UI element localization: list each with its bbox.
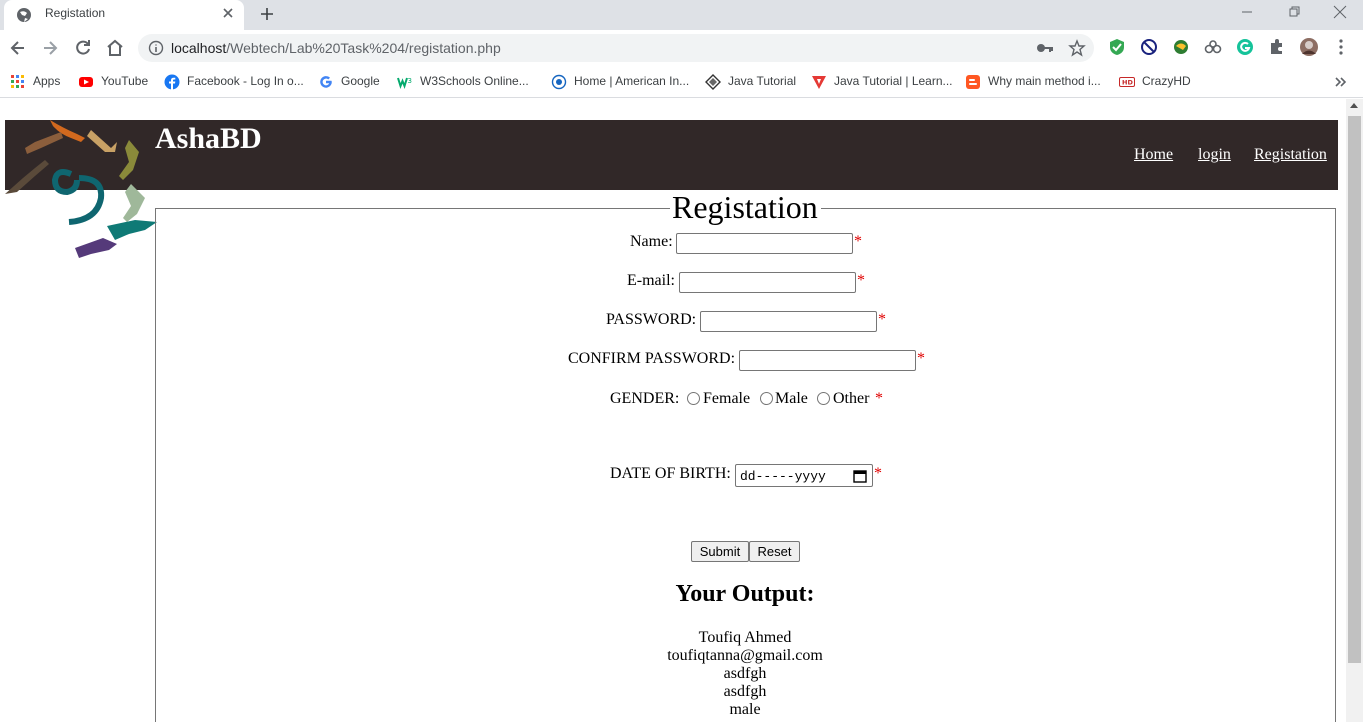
link-extension-icon[interactable]: [1203, 37, 1223, 57]
output-line: toufiqtanna@gmail.com: [667, 647, 823, 664]
browser-toolbar: localhost/Webtech/Lab%20Task%204/regista…: [0, 30, 1363, 66]
globe-icon: [551, 74, 567, 90]
puzzle-extensions-icon[interactable]: [1267, 37, 1287, 57]
apps-grid-icon: [11, 75, 24, 88]
javatpoint-icon: [812, 76, 826, 89]
youtube-icon: [79, 77, 93, 87]
svg-text:3: 3: [408, 77, 412, 85]
shield-extension-icon[interactable]: [1107, 37, 1127, 57]
output-line: asdfgh: [723, 683, 767, 700]
name-input[interactable]: [676, 233, 853, 254]
forward-arrow-icon[interactable]: [40, 38, 60, 58]
close-window-icon[interactable]: [1331, 3, 1349, 21]
output-line: male: [729, 701, 761, 718]
avatar[interactable]: [1299, 37, 1319, 57]
scrollbar-thumb[interactable]: [1348, 116, 1361, 663]
fieldset-legend: Registation: [672, 189, 818, 225]
gender-other-label: Other: [833, 390, 870, 407]
menu-dots-icon[interactable]: [1331, 37, 1351, 57]
password-input[interactable]: [700, 311, 877, 332]
calendar-icon[interactable]: [853, 469, 867, 483]
bookmarks-bar: Apps YouTube Facebook - Log In o... Goog…: [0, 66, 1363, 98]
hd-icon: HD: [1119, 77, 1135, 87]
site-title: AshaBD: [155, 122, 262, 155]
gender-required-mark: *: [875, 390, 883, 407]
nav-registation-link[interactable]: Registation: [1254, 146, 1327, 164]
email-required-mark: *: [857, 272, 865, 289]
grammarly-icon[interactable]: [1235, 37, 1255, 57]
url-text: localhost/Webtech/Lab%20Task%204/regista…: [171, 40, 501, 56]
dob-required-mark: *: [874, 465, 882, 482]
close-icon[interactable]: [220, 5, 236, 21]
scroll-up-arrow-icon[interactable]: [1350, 103, 1358, 108]
output-line: Toufiq Ahmed: [698, 629, 792, 646]
diamond-icon: [705, 74, 721, 90]
globe-extension-icon[interactable]: [1171, 37, 1191, 57]
password-required-mark: *: [878, 311, 886, 328]
dob-label: DATE OF BIRTH:: [610, 465, 731, 482]
restore-icon[interactable]: [1285, 3, 1303, 21]
site-header: AshaBD Home login Registation: [5, 120, 1338, 190]
tab-strip: Registation: [0, 0, 1363, 30]
block-extension-icon[interactable]: [1139, 37, 1159, 57]
svg-text:HD: HD: [1122, 79, 1133, 87]
nav-login-link[interactable]: login: [1198, 146, 1231, 164]
dob-input[interactable]: dd-----yyyy: [735, 464, 873, 487]
home-icon[interactable]: [105, 38, 125, 58]
google-icon: [320, 76, 332, 88]
name-label: Name:: [630, 233, 673, 250]
reset-button[interactable]: Reset: [749, 541, 800, 562]
gender-female-radio[interactable]: [687, 392, 700, 405]
back-arrow-icon[interactable]: [8, 38, 28, 58]
gender-male-radio[interactable]: [760, 392, 773, 405]
globe-icon: [17, 8, 31, 22]
blogger-icon: [966, 75, 980, 89]
email-label: E-mail:: [627, 272, 675, 289]
minimize-icon[interactable]: [1238, 3, 1256, 21]
address-bar[interactable]: localhost/Webtech/Lab%20Task%204/regista…: [138, 34, 1094, 62]
browser-tab[interactable]: Registation: [4, 0, 244, 30]
bookmark-star-icon[interactable]: [1068, 39, 1086, 57]
w3schools-icon: 3: [397, 77, 412, 89]
key-icon[interactable]: [1036, 41, 1054, 55]
name-required-mark: *: [854, 233, 862, 250]
gender-male-label: Male: [775, 390, 808, 407]
tab-title: Registation: [45, 6, 106, 20]
password-label: PASSWORD:: [606, 311, 697, 328]
confirm-password-required-mark: *: [917, 350, 925, 367]
dob-placeholder: dd-----yyyy: [740, 469, 826, 484]
helping-hands-logo: [5, 120, 157, 258]
output-title: Your Output:: [675, 581, 815, 607]
confirm-password-input[interactable]: [739, 350, 916, 371]
output-line: asdfgh: [723, 665, 767, 682]
submit-button[interactable]: Submit: [691, 541, 749, 562]
vertical-scrollbar[interactable]: [1346, 99, 1363, 722]
reload-icon[interactable]: [73, 38, 93, 58]
confirm-password-label: CONFIRM PASSWORD:: [568, 350, 736, 367]
gender-label: GENDER:: [610, 390, 680, 407]
more-bookmarks-icon[interactable]: [1333, 75, 1347, 89]
gender-other-radio[interactable]: [817, 392, 830, 405]
email-input[interactable]: [679, 272, 856, 293]
new-tab-icon[interactable]: [258, 5, 276, 23]
page-viewport: AshaBD Home login Registation Registatio…: [0, 99, 1346, 722]
facebook-icon: [164, 74, 180, 90]
info-icon[interactable]: [148, 40, 164, 56]
nav-home-link[interactable]: Home: [1134, 146, 1173, 164]
gender-female-label: Female: [703, 390, 751, 407]
